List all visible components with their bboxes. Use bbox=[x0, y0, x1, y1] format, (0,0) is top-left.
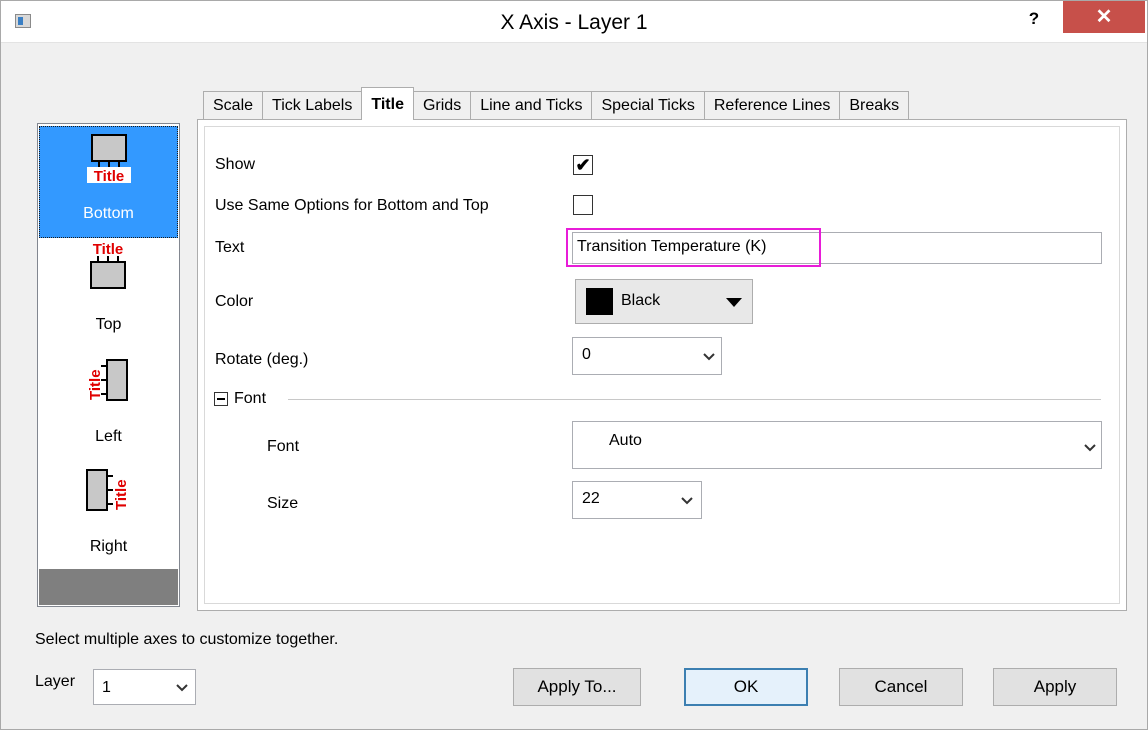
layer-label: Layer bbox=[35, 673, 76, 690]
top-axis-icon: Title bbox=[90, 241, 126, 289]
axis-selector-list: Title Bottom Title Top Title Left Title … bbox=[37, 123, 180, 607]
highlight-box bbox=[566, 228, 821, 267]
chevron-down-icon bbox=[681, 497, 693, 505]
same-options-checkbox[interactable] bbox=[573, 195, 593, 215]
rotate-value: 0 bbox=[582, 346, 591, 363]
axis-list-footer bbox=[39, 569, 178, 605]
axis-item-label: Bottom bbox=[83, 205, 134, 222]
check-mark-icon: ✔ bbox=[575, 155, 591, 175]
chevron-down-icon bbox=[703, 353, 715, 361]
size-value: 22 bbox=[582, 490, 600, 507]
size-label: Size bbox=[267, 495, 299, 512]
left-axis-icon: Title bbox=[87, 359, 128, 401]
axis-item-bottom[interactable]: Title Bottom bbox=[39, 126, 178, 238]
tab-tick-labels[interactable]: Tick Labels bbox=[262, 91, 363, 120]
rotate-label: Rotate (deg.) bbox=[215, 351, 309, 368]
axis-icon-text: Title bbox=[87, 369, 104, 400]
chevron-down-icon bbox=[176, 684, 188, 692]
font-label: Font bbox=[267, 438, 300, 455]
bottom-axis-icon: Title bbox=[87, 134, 131, 183]
title-bar: X Axis - Layer 1 ? ✕ bbox=[1, 1, 1147, 43]
axis-item-label: Right bbox=[89, 538, 128, 555]
ok-button[interactable]: OK bbox=[684, 668, 808, 706]
axis-item-label: Top bbox=[95, 316, 122, 333]
tab-title[interactable]: Title bbox=[361, 87, 414, 120]
color-label: Color bbox=[215, 293, 254, 310]
tab-grids[interactable]: Grids bbox=[412, 91, 472, 120]
font-value: Auto bbox=[609, 432, 642, 449]
window-title: X Axis - Layer 1 bbox=[500, 11, 648, 34]
layer-value: 1 bbox=[102, 679, 111, 696]
tab-line-and-ticks[interactable]: Line and Ticks bbox=[470, 91, 593, 120]
cancel-button[interactable]: Cancel bbox=[839, 668, 963, 706]
size-select[interactable]: 22 bbox=[572, 481, 702, 519]
show-checkbox[interactable]: ✔ bbox=[573, 155, 593, 175]
axis-item-right[interactable]: Title Right bbox=[39, 460, 178, 572]
axis-icon-text: Title bbox=[93, 241, 124, 258]
tab-bar: Scale Tick Labels Title Grids Line and T… bbox=[203, 87, 910, 120]
same-options-label: Use Same Options for Bottom and Top bbox=[215, 197, 489, 214]
show-label: Show bbox=[215, 156, 256, 173]
color-picker-button[interactable]: Black bbox=[575, 279, 753, 324]
axis-dialog-window: X Axis - Layer 1 ? ✕ Title Bottom Title bbox=[0, 0, 1148, 730]
dropdown-arrow-icon bbox=[726, 298, 742, 307]
font-select[interactable]: Auto bbox=[572, 421, 1102, 469]
tab-special-ticks[interactable]: Special Ticks bbox=[591, 91, 705, 120]
color-swatch bbox=[586, 288, 613, 315]
right-axis-icon: Title bbox=[86, 469, 129, 511]
axis-item-label: Left bbox=[95, 428, 122, 445]
help-button[interactable]: ? bbox=[1019, 5, 1049, 33]
text-label: Text bbox=[215, 239, 245, 256]
close-button[interactable]: ✕ bbox=[1063, 1, 1145, 33]
rotate-select[interactable]: 0 bbox=[572, 337, 722, 375]
tab-breaks[interactable]: Breaks bbox=[839, 91, 910, 120]
apply-button[interactable]: Apply bbox=[993, 668, 1117, 706]
tab-reference-lines[interactable]: Reference Lines bbox=[703, 91, 841, 120]
axis-item-left[interactable]: Title Left bbox=[39, 350, 178, 462]
axis-item-top[interactable]: Title Top bbox=[39, 238, 178, 350]
font-group-label: Font bbox=[234, 390, 267, 407]
color-value: Black bbox=[621, 292, 661, 309]
apply-to-button[interactable]: Apply To... bbox=[513, 668, 641, 706]
group-divider bbox=[288, 399, 1101, 400]
chevron-down-icon bbox=[1084, 444, 1096, 452]
status-hint: Select multiple axes to customize togeth… bbox=[35, 631, 339, 648]
axis-icon-text: Title bbox=[94, 168, 125, 183]
axis-icon-text: Title bbox=[113, 479, 129, 510]
tab-scale[interactable]: Scale bbox=[203, 91, 264, 120]
collapse-icon[interactable] bbox=[214, 392, 228, 406]
layer-select[interactable]: 1 bbox=[93, 669, 196, 705]
